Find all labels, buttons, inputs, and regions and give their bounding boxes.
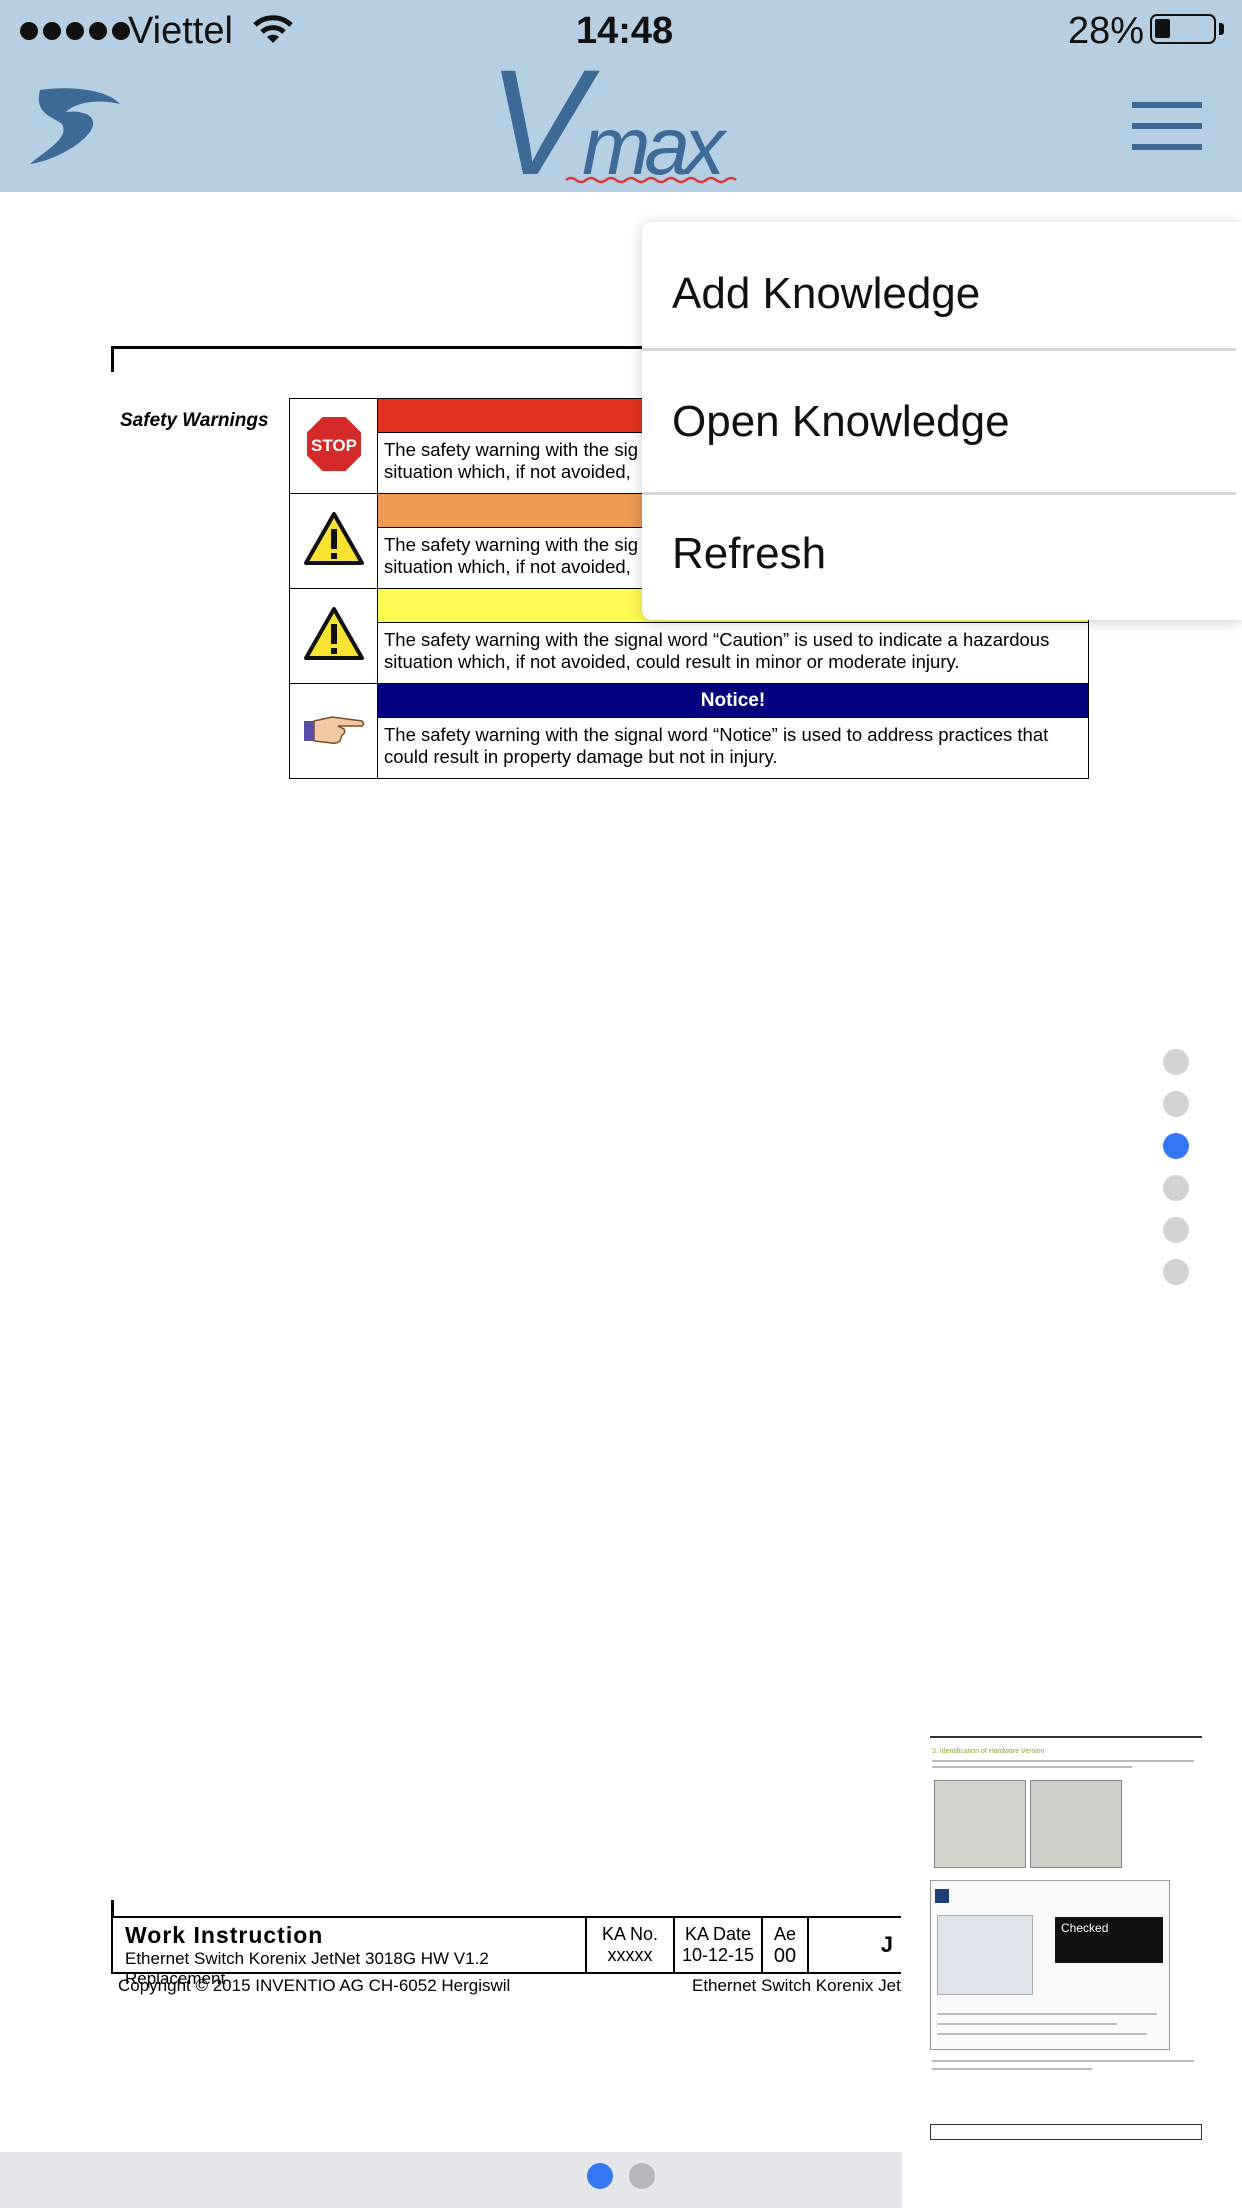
section-label: Safety Warnings bbox=[120, 410, 269, 431]
notice-heading: Notice! bbox=[700, 689, 766, 711]
overflow-menu: Add Knowledge Open Knowledge Refresh bbox=[642, 222, 1242, 620]
thumb-checked-badge: Checked bbox=[1055, 1917, 1163, 1963]
footer-title: Work Instruction bbox=[125, 1922, 324, 1948]
pointing-hand-icon bbox=[289, 683, 378, 779]
thumb-text-line bbox=[937, 2013, 1157, 2015]
next-page-thumbnail[interactable]: 3. Identification of Hardware Version Ch… bbox=[902, 1720, 1242, 2152]
footer-copyright: Copyright © 2015 INVENTIO AG CH-6052 Her… bbox=[118, 1976, 511, 1995]
caution-text-line2: situation which, if not avoided, could r… bbox=[384, 651, 960, 672]
thumb-photo-label-right bbox=[1030, 1780, 1122, 1868]
thumb-text-line bbox=[932, 1760, 1194, 1762]
menu-item-label: Add Knowledge bbox=[672, 269, 981, 318]
page-indicator-dot[interactable] bbox=[1163, 1091, 1189, 1117]
thumb-text-line bbox=[932, 1766, 1132, 1768]
thumb-footer-table bbox=[930, 2124, 1202, 2140]
thumb-text-line bbox=[932, 2068, 1092, 2070]
ka-no-value: xxxxx bbox=[607, 1945, 653, 1965]
ka-no-cell: KA No. xxxxx bbox=[587, 1918, 675, 1972]
page-indicator-dot[interactable] bbox=[1163, 1217, 1189, 1243]
stop-sign-icon: STOP bbox=[289, 398, 378, 494]
thumb-photo-label-left bbox=[934, 1780, 1026, 1868]
menu-item-label: Refresh bbox=[672, 529, 827, 578]
battery-percent: 28% bbox=[1068, 10, 1145, 52]
clock-time: 14:48 bbox=[576, 10, 674, 52]
document-footer-table: Work Instruction Ethernet Switch Korenix… bbox=[111, 1916, 901, 1988]
page-indicator-dot[interactable] bbox=[1163, 1259, 1189, 1285]
bottom-pager-bar bbox=[0, 2152, 902, 2208]
warning-triangle-icon bbox=[289, 493, 378, 589]
warning-text-line2: situation which, if not avoided, bbox=[384, 556, 631, 577]
logo-rest: max bbox=[582, 101, 728, 186]
notice-text-line2: could result in property damage but not … bbox=[384, 746, 778, 767]
caution-text: The safety warning with the signal word … bbox=[377, 622, 1089, 684]
signal-strength-icon bbox=[20, 22, 130, 40]
vmax-logo: Vmax bbox=[488, 38, 768, 206]
ka-date-cell: KA Date 10-12-15 bbox=[675, 1918, 763, 1972]
footer-doc-name: Ethernet Switch Korenix Jetl bbox=[692, 1976, 902, 1995]
danger-text-line1: The safety warning with the sig bbox=[384, 439, 638, 460]
thumb-text-line bbox=[932, 2060, 1194, 2062]
footer-title-cell: Work Instruction Ethernet Switch Korenix… bbox=[113, 1918, 587, 1988]
svg-text:Vmax: Vmax bbox=[488, 56, 728, 186]
thumb-info-box: Checked bbox=[930, 1880, 1170, 2050]
doc-code: J bbox=[880, 1932, 893, 1957]
thumb-heading: 3. Identification of Hardware Version bbox=[932, 1748, 1045, 1755]
wifi-icon bbox=[253, 15, 293, 43]
ka-date-label: KA Date bbox=[684, 1924, 752, 1944]
thumb-text-line bbox=[937, 2023, 1117, 2025]
pager-dot[interactable] bbox=[587, 2163, 613, 2189]
ka-no-label: KA No. bbox=[601, 1924, 659, 1944]
battery-fill bbox=[1155, 19, 1171, 38]
notice-text-line1: The safety warning with the signal word … bbox=[384, 724, 1049, 745]
doc-code-cell: J bbox=[809, 1918, 901, 1972]
thumb-info-icon bbox=[935, 1889, 949, 1903]
hamburger-menu-icon[interactable] bbox=[1132, 102, 1202, 150]
ka-date-value: 10-12-15 bbox=[681, 1945, 755, 1965]
danger-text-line2: situation which, if not avoided, bbox=[384, 461, 631, 482]
battery-tip bbox=[1219, 23, 1224, 35]
notice-heading-bar: Notice! bbox=[377, 683, 1089, 718]
page-indicator-dot[interactable] bbox=[1163, 1175, 1189, 1201]
carrier-label: Viettel bbox=[128, 10, 233, 52]
document-header-rule-tick bbox=[111, 346, 114, 372]
caution-text-line1: The safety warning with the signal word … bbox=[384, 629, 1050, 650]
ae-value: 00 bbox=[773, 1945, 797, 1967]
thumb-sticker-photo bbox=[937, 1915, 1033, 1995]
ae-label: Ae bbox=[773, 1924, 797, 1944]
battery-icon bbox=[1150, 14, 1216, 44]
thumb-checked-text: Checked bbox=[1061, 1921, 1109, 1935]
menu-item-label: Open Knowledge bbox=[672, 397, 1010, 446]
page-indicator-dot[interactable] bbox=[1163, 1133, 1189, 1159]
ae-cell: Ae 00 bbox=[763, 1918, 809, 1972]
thumb-text-line bbox=[937, 2033, 1147, 2035]
warning-text-line1: The safety warning with the sig bbox=[384, 534, 638, 555]
thumb-header-rule bbox=[930, 1736, 1202, 1738]
menu-item-add-knowledge[interactable]: Add Knowledge bbox=[642, 222, 1242, 366]
brand-swoosh-icon[interactable] bbox=[26, 86, 126, 168]
svg-text:STOP: STOP bbox=[311, 436, 357, 455]
menu-item-refresh[interactable]: Refresh bbox=[642, 494, 1242, 614]
pager-dot[interactable] bbox=[629, 2163, 655, 2189]
menu-item-open-knowledge[interactable]: Open Knowledge bbox=[642, 350, 1242, 494]
notice-text: The safety warning with the signal word … bbox=[377, 717, 1089, 779]
caution-triangle-icon bbox=[289, 588, 378, 684]
page-indicator-dot[interactable] bbox=[1163, 1049, 1189, 1075]
